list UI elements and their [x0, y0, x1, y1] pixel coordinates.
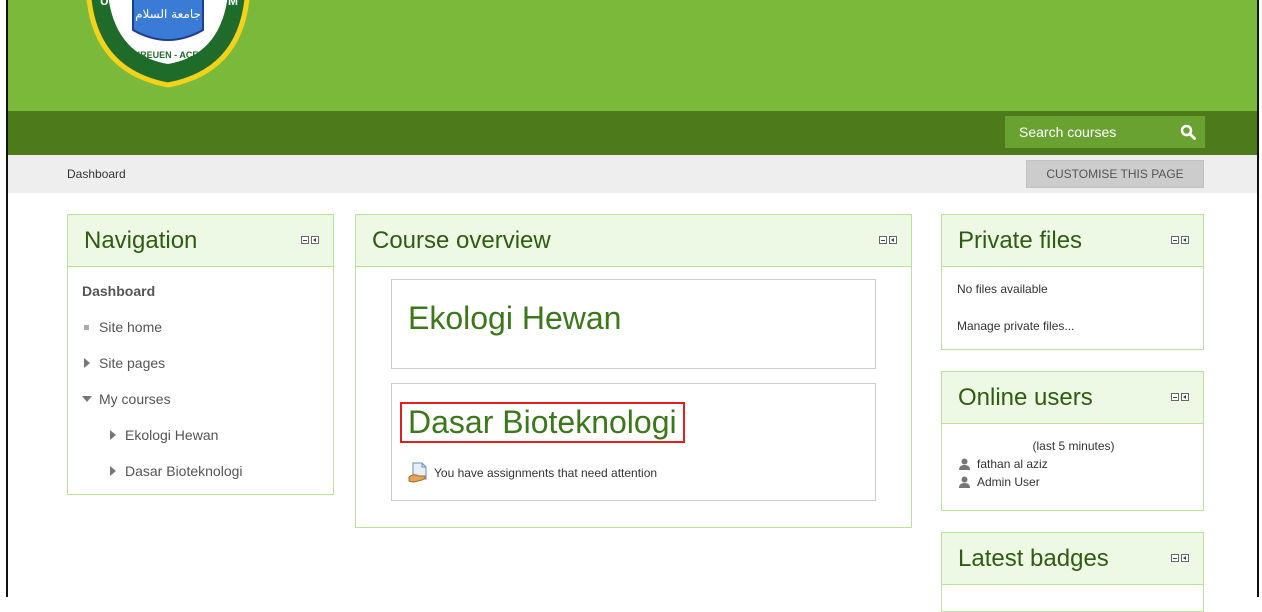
- online-period-text: (last 5 minutes): [1032, 439, 1115, 453]
- nav-item-label: Dasar Bioteknologi: [125, 463, 243, 479]
- online-users-controls: [1171, 393, 1189, 401]
- logo-side-left: U: [100, 0, 109, 8]
- collapse-icon[interactable]: [1171, 236, 1179, 244]
- online-users-title: Online users: [958, 384, 1093, 411]
- assignment-notice-text[interactable]: You have assignments that need attention: [434, 466, 657, 480]
- breadcrumb-bar: Dashboard CUSTOMISE THIS PAGE: [8, 155, 1257, 193]
- bullet-icon: [84, 324, 89, 330]
- nav-item-label: Site pages: [99, 355, 166, 371]
- course-overview-block: Course overview Ekologi Hewan Dasar Biot…: [355, 214, 912, 528]
- logo-arabic-text: جامعة السلام: [135, 7, 201, 21]
- navigation-block-header: Navigation: [68, 215, 333, 267]
- nav-item-label: My courses: [99, 391, 171, 407]
- assignment-notice: You have assignments that need attention: [408, 462, 657, 484]
- nav-item-course[interactable]: Ekologi Hewan: [82, 417, 333, 453]
- user-icon: [959, 476, 970, 488]
- site-header: جامعة السلام BIREUEN - ACEH U M: [8, 0, 1257, 111]
- latest-badges-header: Latest badges: [942, 533, 1203, 585]
- private-files-title: Private files: [958, 227, 1083, 254]
- nav-item-course[interactable]: Dasar Bioteknologi: [82, 453, 333, 489]
- course-overview-controls: [879, 236, 897, 244]
- online-user-item[interactable]: Admin User: [958, 474, 1048, 490]
- customise-page-button[interactable]: CUSTOMISE THIS PAGE: [1026, 160, 1204, 188]
- nav-item-site-home[interactable]: Site home: [82, 309, 333, 345]
- online-user-name: fathan al aziz: [977, 457, 1048, 471]
- no-files-text: No files available: [957, 282, 1048, 296]
- collapse-icon[interactable]: [879, 236, 887, 244]
- dock-icon[interactable]: [311, 236, 319, 244]
- search-icon: [1180, 124, 1196, 140]
- nav-item-label: Site home: [99, 319, 163, 335]
- dock-icon[interactable]: [1181, 554, 1189, 562]
- course-link-dasar-bioteknologi[interactable]: Dasar Bioteknologi: [400, 402, 685, 443]
- collapse-icon[interactable]: [1171, 393, 1179, 401]
- breadcrumb-dashboard[interactable]: Dashboard: [67, 167, 126, 181]
- latest-badges-controls: [1171, 554, 1189, 562]
- right-frame-border: [1257, 0, 1262, 597]
- search-button[interactable]: [1171, 116, 1205, 148]
- manage-private-files-link[interactable]: Manage private files...: [957, 319, 1074, 333]
- expand-arrow-icon: [84, 358, 90, 368]
- logo-side-right: M: [228, 0, 238, 8]
- online-user-item[interactable]: fathan al aziz: [958, 456, 1048, 472]
- online-users-block: Online users (last 5 minutes) fathan al …: [941, 371, 1204, 511]
- online-users-list: fathan al aziz Admin User: [942, 456, 1048, 490]
- nav-item-site-pages[interactable]: Site pages: [82, 345, 333, 381]
- navigation-tree: Dashboard Site home Site pages My course…: [68, 267, 333, 489]
- nav-item-label: Ekologi Hewan: [125, 427, 219, 443]
- private-files-controls: [1171, 236, 1189, 244]
- course-link-ekologi-hewan[interactable]: Ekologi Hewan: [408, 300, 621, 337]
- private-files-header: Private files: [942, 215, 1203, 267]
- nav-item-my-courses[interactable]: My courses: [82, 381, 333, 417]
- dock-icon[interactable]: [1181, 236, 1189, 244]
- latest-badges-title: Latest badges: [958, 545, 1109, 572]
- course-overview-title: Course overview: [372, 227, 551, 254]
- navigation-block: Navigation Dashboard Site home Site page…: [67, 214, 334, 495]
- university-logo[interactable]: جامعة السلام BIREUEN - ACEH U M: [78, 0, 258, 90]
- assignment-icon: [408, 462, 427, 483]
- collapse-arrow-icon: [82, 396, 92, 402]
- dock-icon[interactable]: [889, 236, 897, 244]
- expand-arrow-icon: [110, 466, 116, 476]
- private-files-block: Private files No files available Manage …: [941, 214, 1204, 350]
- collapse-icon[interactable]: [1171, 554, 1179, 562]
- online-users-header: Online users: [942, 372, 1203, 424]
- course-card: Dasar Bioteknologi You have assignments …: [391, 383, 876, 501]
- navigation-block-controls: [301, 236, 319, 244]
- nav-item-dashboard[interactable]: Dashboard: [82, 281, 333, 301]
- course-card: Ekologi Hewan: [391, 279, 876, 369]
- top-navbar: [8, 111, 1257, 155]
- user-icon: [959, 458, 970, 470]
- navigation-title: Navigation: [84, 227, 198, 254]
- left-frame-border: [0, 0, 8, 597]
- course-search: [1005, 116, 1205, 148]
- collapse-icon[interactable]: [301, 236, 309, 244]
- latest-badges-block: Latest badges: [941, 532, 1204, 612]
- course-overview-header: Course overview: [356, 215, 911, 267]
- dock-icon[interactable]: [1181, 393, 1189, 401]
- search-input[interactable]: [1005, 123, 1171, 141]
- online-user-name: Admin User: [977, 475, 1040, 489]
- expand-arrow-icon: [110, 430, 116, 440]
- logo-location-text: BIREUEN - ACEH: [131, 50, 205, 60]
